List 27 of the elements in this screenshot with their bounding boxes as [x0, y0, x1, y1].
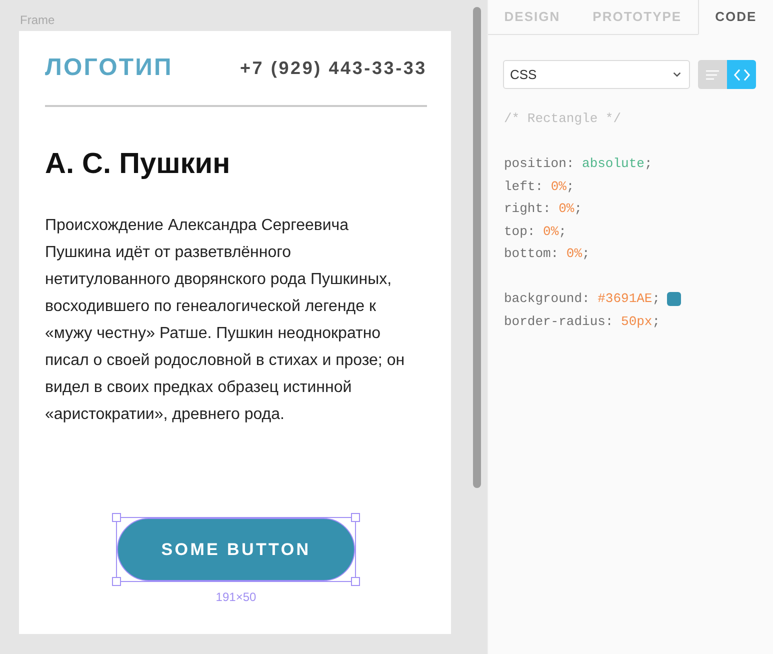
code-line: border-radius: 50px;: [504, 312, 660, 330]
phone-number: +7 (929) 443-33-33: [240, 57, 427, 80]
code-line: background: #3691AE;: [504, 290, 660, 308]
resize-handle[interactable]: [351, 513, 360, 522]
scrollbar-thumb[interactable]: [473, 7, 481, 488]
resize-handle[interactable]: [112, 513, 121, 522]
logo-text: ЛОГОТИП: [45, 53, 173, 83]
resize-handle[interactable]: [112, 577, 121, 586]
frame-label: Frame: [20, 13, 55, 27]
page-heading: А. С. Пушкин: [45, 147, 230, 181]
code-comment: /* Rectangle */: [504, 110, 622, 128]
pill-button[interactable]: SOME BUTTON: [117, 518, 355, 581]
resize-handle[interactable]: [351, 577, 360, 586]
code-view-button[interactable]: [727, 60, 756, 89]
code-line: right: 0%;: [504, 200, 582, 218]
body-paragraph: Происхождение Александра Сергеевича Пушкина идёт от разветвлённого нетитулованного дворянского рода Пушкиных, восходившего по генеалогической легенде к «мужу честну» Ратше. Пушкин неоднократно писал о своей родословной в стихах и прозе; он видел в своих предках образец истинной «аристократии», древнего рода.: [45, 216, 406, 425]
code-line: position: absolute;: [504, 155, 652, 173]
code-line: top: 0%;: [504, 222, 566, 240]
code-line: left: 0%;: [504, 178, 574, 196]
code-line: bottom: 0%;: [504, 245, 590, 263]
chevron-down-icon: [673, 72, 681, 77]
code-icon: [734, 68, 750, 80]
language-select[interactable]: CSS: [503, 60, 690, 89]
lines-icon: [706, 70, 719, 80]
size-label: 191×50: [216, 590, 256, 604]
inspector-tab[interactable]: CODE: [698, 0, 773, 35]
text-view-button[interactable]: [698, 60, 727, 89]
